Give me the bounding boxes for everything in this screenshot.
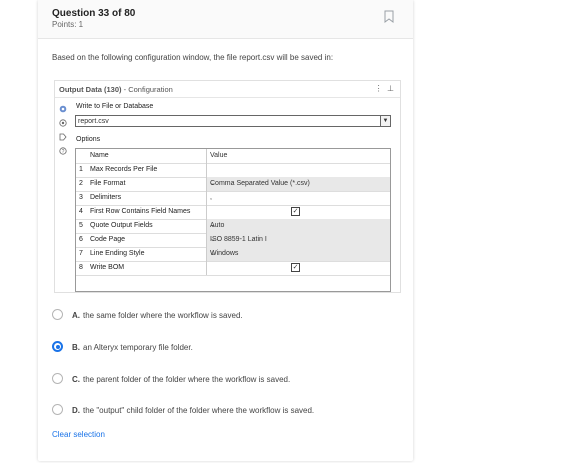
write-label: Write to File or Database — [76, 103, 154, 110]
grid-header-value: Value — [210, 152, 228, 159]
radio-button[interactable] — [52, 309, 63, 320]
row-value-cell: ✓ — [206, 205, 390, 219]
grid-row[interactable]: 3 Delimiters , — [76, 191, 390, 206]
row-number: 5 — [79, 222, 83, 229]
answer-letter: A. — [72, 311, 80, 320]
answer-text: the parent folder of the folder where th… — [83, 375, 291, 384]
config-tool-subtitle: - Configuration — [123, 85, 173, 94]
file-format-dropdown[interactable]: Comma Separated Value (*.csv) ⌄ — [206, 177, 390, 191]
target-icon — [59, 119, 67, 127]
options-label: Options — [76, 136, 101, 143]
chevron-down-icon: ⌄ — [210, 180, 216, 187]
row-value-cell: ✓ — [206, 261, 390, 275]
config-header-icons: ⋮ ⊥ — [375, 84, 394, 93]
row-number: 8 — [79, 264, 83, 271]
answer-letter: C. — [72, 375, 80, 384]
grid-row[interactable]: 2 File Format Comma Separated Value (*.c… — [76, 177, 390, 192]
chevron-down-icon: ⌄ — [210, 250, 216, 257]
chevron-down-icon: ▼ — [382, 118, 389, 124]
row-number: 3 — [79, 194, 83, 201]
grid-row[interactable]: 7 Line Ending Style Windows ⌄ — [76, 247, 390, 262]
radio-button[interactable] — [52, 404, 63, 415]
pin-icon: ⊥ — [387, 84, 394, 93]
first-row-checkbox[interactable]: ✓ — [291, 207, 300, 216]
code-page-dropdown[interactable]: ISO 8859-1 Latin I ⌄ — [206, 233, 390, 247]
grid-row[interactable]: 4 First Row Contains Field Names ✓ — [76, 205, 390, 220]
config-tool-name: Output Data (130) — [59, 85, 122, 94]
svg-text:?: ? — [62, 149, 65, 155]
file-dropdown-button[interactable]: ▼ — [381, 115, 391, 127]
clear-selection-link[interactable]: Clear selection — [52, 430, 105, 439]
options-grid: Name Value 1 Max Records Per File 2 File… — [75, 148, 391, 292]
question-text: Based on the following configuration win… — [52, 53, 334, 62]
chevron-down-icon: ⌄ — [210, 236, 216, 243]
tag-icon — [59, 133, 67, 141]
bookmark-icon[interactable] — [384, 10, 394, 23]
question-header: Question 33 of 80 Points: 1 — [38, 0, 413, 39]
radio-button[interactable] — [52, 373, 63, 384]
help-icon: ? — [59, 147, 67, 155]
grid-row[interactable]: 1 Max Records Per File — [76, 163, 390, 178]
grid-row[interactable]: 5 Quote Output Fields Auto ⌄ — [76, 219, 390, 234]
line-ending-dropdown[interactable]: Windows ⌄ — [206, 247, 390, 261]
chevron-down-icon: ⌄ — [210, 222, 216, 229]
config-title: Output Data (130) - Configuration — [59, 85, 173, 94]
file-path-input[interactable]: report.csv — [75, 115, 381, 127]
answer-text: the "output" child folder of the folder … — [83, 406, 315, 415]
row-number: 6 — [79, 236, 83, 243]
quote-fields-dropdown[interactable]: Auto ⌄ — [206, 219, 390, 233]
answer-letter: B. — [72, 343, 80, 352]
grid-header-row: Name Value — [76, 149, 390, 164]
question-card: Question 33 of 80 Points: 1 Based on the… — [38, 0, 413, 461]
row-name: Max Records Per File — [90, 166, 158, 173]
gear-icon — [59, 105, 67, 113]
row-name: Write BOM — [90, 264, 125, 271]
answer-text: the same folder where the workflow is sa… — [83, 311, 243, 320]
row-value-cell[interactable] — [206, 163, 390, 177]
answer-text: an Alteryx temporary file folder. — [83, 343, 193, 352]
row-name: First Row Contains Field Names — [90, 208, 191, 215]
row-number: 7 — [79, 250, 83, 257]
config-divider — [55, 97, 400, 98]
more-vert-icon: ⋮ — [374, 84, 383, 93]
row-value: , — [210, 194, 212, 201]
row-name: Line Ending Style — [90, 250, 145, 257]
delimiters-field[interactable]: , — [206, 191, 390, 205]
row-name: Code Page — [90, 236, 126, 243]
row-number: 4 — [79, 208, 83, 215]
grid-header-value-cell: Value — [206, 149, 390, 163]
answer-letter: D. — [72, 406, 80, 415]
grid-row[interactable]: 8 Write BOM ✓ — [76, 261, 390, 276]
row-number: 1 — [79, 166, 83, 173]
row-name: Quote Output Fields — [90, 222, 153, 229]
write-bom-checkbox[interactable]: ✓ — [291, 263, 300, 272]
grid-header-name: Name — [90, 152, 109, 159]
row-number: 2 — [79, 180, 83, 187]
row-name: File Format — [90, 180, 126, 187]
grid-row[interactable]: 6 Code Page ISO 8859-1 Latin I ⌄ — [76, 233, 390, 248]
row-name: Delimiters — [90, 194, 122, 201]
question-title: Question 33 of 80 — [52, 8, 136, 19]
config-screenshot: Output Data (130) - Configuration ⋮ ⊥ ? … — [54, 80, 401, 293]
question-points: Points: 1 — [52, 20, 84, 29]
radio-button-selected[interactable] — [52, 341, 63, 352]
